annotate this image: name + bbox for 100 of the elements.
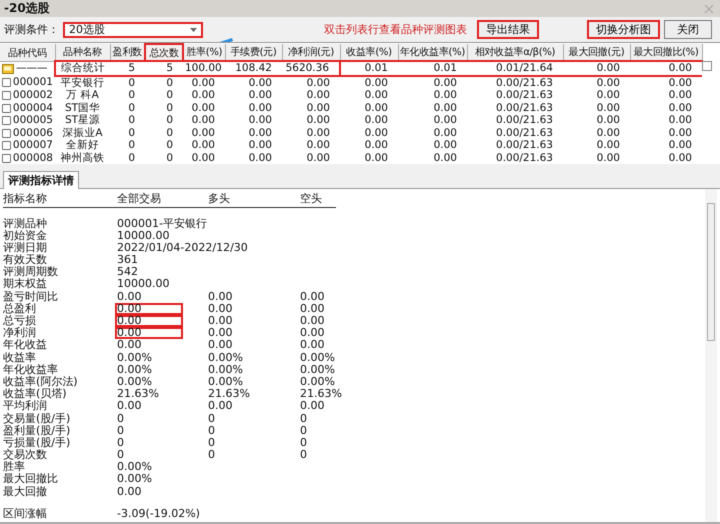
table-cell-text: 0 [127, 126, 136, 140]
checkbox-icon[interactable] [2, 102, 11, 114]
checkbox-icon[interactable] [2, 140, 11, 152]
column-header[interactable]: 总次数 [145, 44, 183, 62]
metric-name: 盈利量(股/手) [3, 424, 72, 437]
metric-value: 0.00 [208, 327, 234, 340]
column-header[interactable]: 最大回撤比(%) [630, 44, 702, 62]
metric-name: 评测日期 [3, 242, 48, 254]
metric-value: 21.63% [208, 388, 251, 400]
table-cell-text: 0.00 [596, 114, 621, 127]
table-cell-text: ST星源 [64, 114, 102, 127]
table-cell-text: 0.00 [306, 139, 331, 152]
details-tab[interactable]: 评测指标详情 [3, 170, 79, 189]
metric-value: 0.00% [208, 352, 244, 364]
metric-value: 0.00 [117, 400, 142, 413]
metric-value: 0.00 [208, 315, 234, 328]
table-cell: 0.00 [282, 76, 340, 90]
table-cell-text: 0.00 [432, 152, 458, 164]
metric-value: 0 [208, 424, 216, 437]
checkbox-icon[interactable] [2, 90, 11, 102]
checkbox-icon[interactable] [2, 152, 11, 164]
metric-value: 0.00 [208, 339, 234, 352]
metric-value: 0.00 [208, 302, 234, 316]
metric-value: 0 [300, 449, 308, 462]
table-cell-text: 0 [165, 102, 174, 114]
table-cell: 0.00 [563, 61, 630, 76]
column-header[interactable]: 品种代码 [0, 44, 55, 62]
column-header[interactable]: 胜率(%) [183, 44, 225, 62]
table-cell-text: 0.00/21.63 [495, 114, 554, 127]
metric-name: 期末权益 [3, 278, 48, 291]
table-cell-text: 0.00/21.63 [495, 126, 554, 140]
table-cell: 全新好 [55, 139, 110, 152]
checkbox-icon[interactable] [2, 128, 11, 139]
metric-name: 盈亏时间比 [3, 290, 59, 303]
hint-text: 双击列表行查看品种评测图表 [324, 22, 467, 38]
window-title: -20选股 [4, 0, 50, 18]
table-cell-text: 0.00 [190, 139, 216, 152]
table-cell-text: 0.00 [190, 126, 216, 140]
table-cell-text: 深振业A [61, 126, 104, 139]
table-cell: 0.01 [340, 61, 398, 76]
table-cell-text: 0 [127, 152, 136, 164]
table-cell-text: 0.00 [248, 126, 273, 140]
metric-name: 净利润 [3, 327, 36, 340]
toolbar-button[interactable]: 导出结果 [477, 20, 539, 40]
table-cell-text: 0.00 [596, 152, 621, 164]
table-cell-text: 0 [127, 89, 136, 102]
table-cell-text: 0.00 [248, 152, 273, 164]
metric-value: 0.00 [115, 315, 183, 328]
column-header[interactable]: 净利润(元) [282, 44, 340, 62]
column-header[interactable]: 相对收益率α/β(%) [467, 44, 563, 62]
column-header[interactable]: 品种名称 [55, 44, 110, 62]
table-cell-text: 0.00 [248, 114, 273, 127]
checkbox-icon[interactable] [702, 61, 712, 72]
metric-name: 最大回撤 [3, 486, 48, 498]
table-cell: 0.01 [398, 61, 467, 76]
metric-value: 0.00% [117, 461, 153, 474]
column-header[interactable]: 最大回撤(元) [563, 44, 630, 62]
stock-code: 000001 [12, 76, 53, 88]
metric-value: 21.63% [117, 388, 160, 400]
column-header[interactable]: 手续费(元) [225, 44, 282, 62]
toolbar-button[interactable]: 切换分析图 [587, 20, 660, 40]
table-cell-text: 0.00 [432, 139, 458, 152]
table-cell-text: 神州高铁 [60, 152, 106, 164]
metric-value: 0 [208, 449, 216, 462]
table-cell-text: 0.00 [596, 89, 621, 102]
metric-name: 平均利润 [3, 400, 48, 412]
column-header[interactable]: 收益率(%) [340, 44, 398, 62]
table-cell-text: 万 科A [65, 89, 100, 102]
metric-value: 0.00 [300, 302, 326, 316]
table-cell-text: 0.00 [190, 89, 216, 102]
table-cell-text: 0.00 [248, 139, 273, 152]
table-cell: 5620.36 [282, 61, 340, 76]
table-cell: 0 [110, 76, 145, 90]
metric-value: 0.00 [208, 290, 234, 303]
metric-value: 0.00 [208, 400, 234, 413]
metric-value: 0.00% [300, 376, 336, 388]
scrollbar[interactable] [705, 188, 717, 522]
scroll-thumb[interactable] [707, 202, 715, 341]
table-cell-text: 0.00 [668, 89, 693, 102]
metric-name: 交易量(股/手) [3, 412, 72, 425]
table-cell: 平安银行 [55, 76, 110, 90]
stock-code: ——— [16, 62, 48, 74]
metric-value: 0.00 [117, 486, 142, 498]
table-cell-text: 0.00 [596, 139, 621, 152]
table-cell-text: 0 [165, 114, 174, 127]
stock-code: 000002 [12, 89, 53, 102]
metric-value: -3.09(-19.02%) [117, 508, 201, 520]
toolbar-button[interactable]: 关闭 [664, 20, 712, 40]
table-cell: 100.00 [183, 61, 225, 76]
table-cell-text: 0.00 [190, 114, 216, 127]
column-header[interactable]: 年化收益率(%) [398, 44, 467, 62]
metric-name: 交易次数 [3, 449, 48, 462]
metric-value: 0.00% [208, 364, 244, 376]
table-cell: 0.00 [563, 76, 630, 90]
checkbox-icon[interactable] [2, 115, 11, 126]
metric-name: 初始资金 [3, 230, 48, 242]
checkbox-icon[interactable] [2, 76, 11, 88]
condition-dropdown[interactable]: 20选股 [63, 22, 203, 38]
details-column-header: 全部交易 [117, 190, 162, 207]
table-cell-text: 0.00/21.63 [495, 139, 554, 152]
